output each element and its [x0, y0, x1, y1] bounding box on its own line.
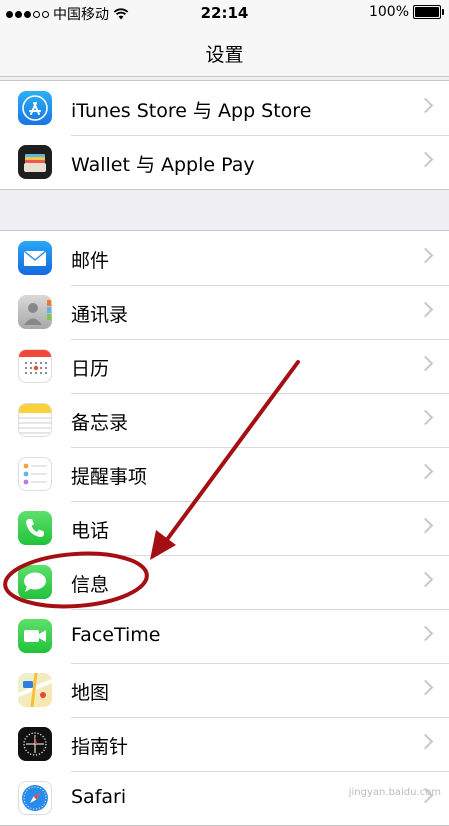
chevron-right-icon — [417, 409, 434, 426]
contacts-icon — [18, 295, 52, 329]
chevron-right-icon — [417, 625, 434, 642]
mail-icon — [18, 241, 52, 275]
calendar-icon — [18, 349, 52, 383]
settings-item-label: 信息 — [71, 574, 110, 596]
settings-item-label: 电话 — [71, 520, 110, 542]
safari-icon — [18, 781, 52, 815]
battery-status: 100% — [368, 4, 444, 20]
status-bar: 中国移动 22:14 100% — [0, 0, 449, 28]
settings-item-contacts[interactable]: 通讯录 — [0, 285, 449, 339]
facetime-icon — [18, 619, 52, 653]
settings-item-compass[interactable]: 指南针 — [0, 717, 449, 771]
notes-icon — [18, 403, 52, 437]
settings-item-label: Wallet 与 Apple Pay — [71, 154, 255, 176]
settings-item-label: 指南针 — [71, 736, 129, 758]
settings-item-label: 地图 — [71, 682, 110, 704]
settings-item-maps[interactable]: 地图 — [0, 663, 449, 717]
reminders-icon — [18, 457, 52, 491]
settings-item-label: FaceTime — [71, 624, 161, 646]
settings-group-stores: iTunes Store 与 App Store Wallet 与 Apple … — [0, 80, 449, 190]
page-title: 设置 — [205, 44, 244, 66]
settings-item-safari[interactable]: Safari — [0, 771, 449, 825]
compass-icon — [18, 727, 52, 761]
settings-item-itunes-app-store[interactable]: iTunes Store 与 App Store — [0, 81, 449, 135]
settings-item-label: Safari — [71, 786, 127, 808]
settings-item-phone[interactable]: 电话 — [0, 501, 449, 555]
battery-icon — [413, 5, 444, 19]
settings-item-label: 备忘录 — [71, 412, 129, 434]
settings-item-messages[interactable]: 信息 — [0, 555, 449, 609]
chevron-right-icon — [417, 463, 434, 480]
settings-item-label: 日历 — [71, 358, 110, 380]
chevron-right-icon — [417, 517, 434, 534]
wallet-icon — [18, 145, 52, 179]
chevron-right-icon — [417, 97, 434, 114]
settings-group-apps: 邮件 通讯录 日历 备忘录 提醒事项 电话 信息 FaceTime 地图 指南针… — [0, 230, 449, 826]
settings-item-wallet-apple-pay[interactable]: Wallet 与 Apple Pay — [0, 135, 449, 189]
messages-icon — [18, 565, 52, 599]
app-store-icon — [18, 91, 52, 125]
chevron-right-icon — [417, 571, 434, 588]
navigation-bar: 设置 — [0, 28, 449, 77]
phone-icon — [18, 511, 52, 545]
chevron-right-icon — [417, 355, 434, 372]
chevron-right-icon — [417, 679, 434, 696]
watermark: jingyan.baidu.com — [348, 787, 441, 798]
chevron-right-icon — [417, 151, 434, 168]
maps-icon — [18, 673, 52, 707]
settings-item-reminders[interactable]: 提醒事项 — [0, 447, 449, 501]
settings-item-label: 提醒事项 — [71, 466, 148, 488]
settings-item-label: iTunes Store 与 App Store — [71, 100, 312, 122]
settings-item-calendar[interactable]: 日历 — [0, 339, 449, 393]
settings-item-notes[interactable]: 备忘录 — [0, 393, 449, 447]
chevron-right-icon — [417, 247, 434, 264]
battery-percent: 100% — [368, 4, 409, 20]
chevron-right-icon — [417, 733, 434, 750]
settings-item-label: 通讯录 — [71, 304, 129, 326]
settings-item-label: 邮件 — [71, 250, 110, 272]
settings-item-facetime[interactable]: FaceTime — [0, 609, 449, 663]
chevron-right-icon — [417, 301, 434, 318]
settings-item-mail[interactable]: 邮件 — [0, 231, 449, 285]
